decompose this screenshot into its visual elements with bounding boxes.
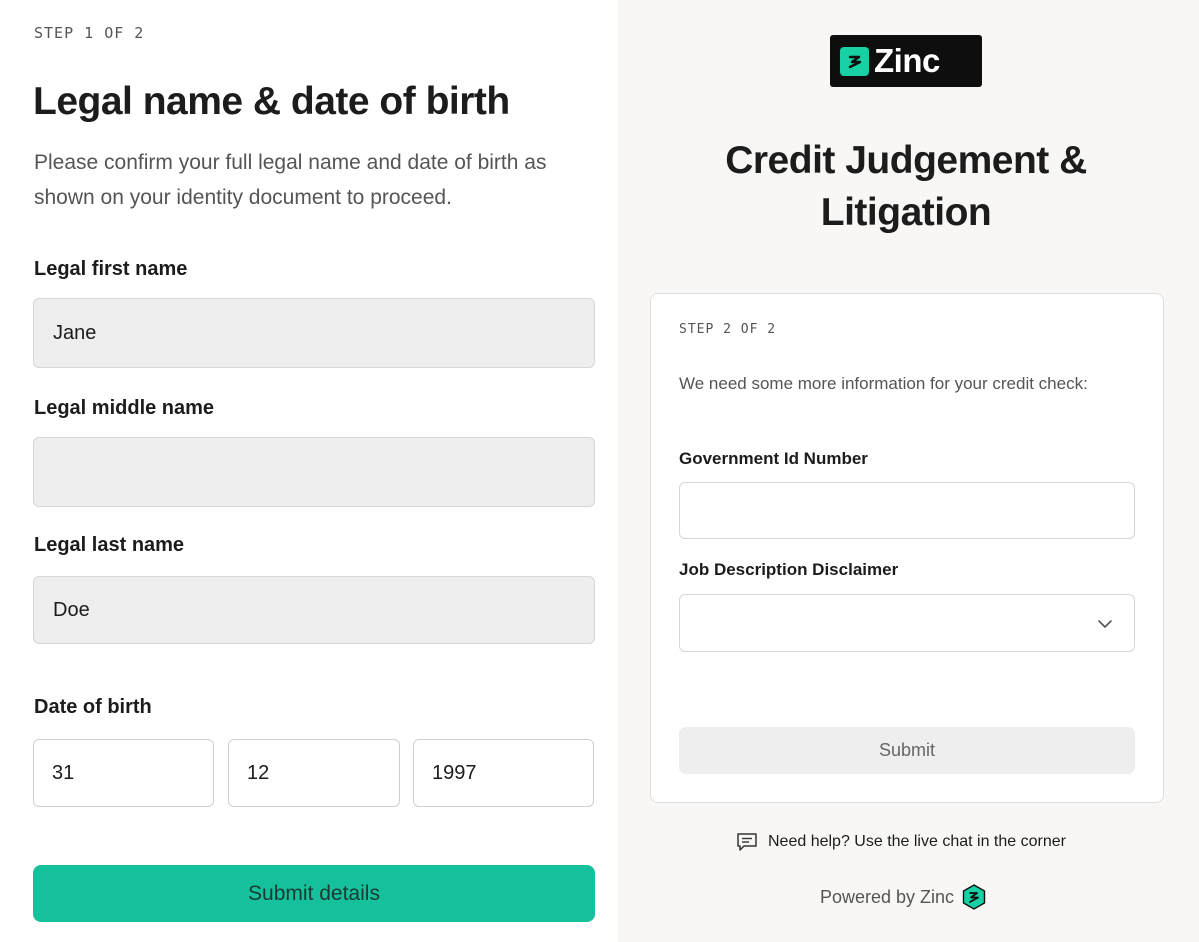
step2-indicator: STEP 2 OF 2: [679, 322, 777, 337]
first-name-label: Legal first name: [34, 258, 188, 280]
dob-month-input[interactable]: 12: [228, 739, 400, 807]
chevron-down-icon: [1098, 620, 1112, 628]
gov-id-label: Government Id Number: [679, 449, 868, 468]
submit-button[interactable]: Submit: [679, 727, 1135, 774]
step1-indicator: STEP 1 OF 2: [34, 24, 145, 42]
job-disclaimer-label: Job Description Disclaimer: [679, 560, 899, 579]
job-disclaimer-select[interactable]: [679, 594, 1135, 652]
powered-by-text: Powered by Zinc: [820, 886, 955, 907]
brand-name: Zinc: [874, 42, 940, 79]
last-name-label: Legal last name: [34, 534, 185, 556]
help-link[interactable]: Need help? Use the live chat in the corn…: [736, 832, 1066, 852]
dob-label: Date of birth: [34, 696, 152, 718]
step2-description: We need some more information for your c…: [679, 374, 1088, 393]
middle-name-label: Legal middle name: [34, 397, 215, 419]
chat-icon: [737, 833, 757, 851]
zinc-logo: Zinc: [830, 35, 982, 87]
last-name-input[interactable]: Doe: [33, 576, 595, 644]
dob-day-input[interactable]: 31: [33, 739, 214, 807]
step2-title: Credit Judgement & Litigation: [725, 139, 1087, 234]
powered-by: Powered by Zinc: [820, 884, 986, 910]
gov-id-input[interactable]: [679, 482, 1135, 539]
first-name-input[interactable]: Jane: [33, 298, 595, 368]
zinc-hex-icon: [962, 884, 986, 910]
step1-title: Legal name & date of birth: [33, 80, 510, 123]
step2-panel: Zinc Credit Judgement & Litigation STEP …: [618, 0, 1199, 942]
dob-year-input[interactable]: 1997: [413, 739, 594, 807]
help-text: Need help? Use the live chat in the corn…: [768, 833, 1066, 850]
step1-panel: STEP 1 OF 2 Legal name & date of birth P…: [0, 0, 618, 942]
zinc-logo-icon: [840, 46, 869, 76]
submit-details-button[interactable]: Submit details: [33, 865, 595, 922]
step2-card: STEP 2 OF 2 We need some more informatio…: [650, 293, 1164, 803]
step1-description: Please confirm your full legal name and …: [34, 151, 547, 209]
middle-name-input[interactable]: [33, 437, 595, 507]
